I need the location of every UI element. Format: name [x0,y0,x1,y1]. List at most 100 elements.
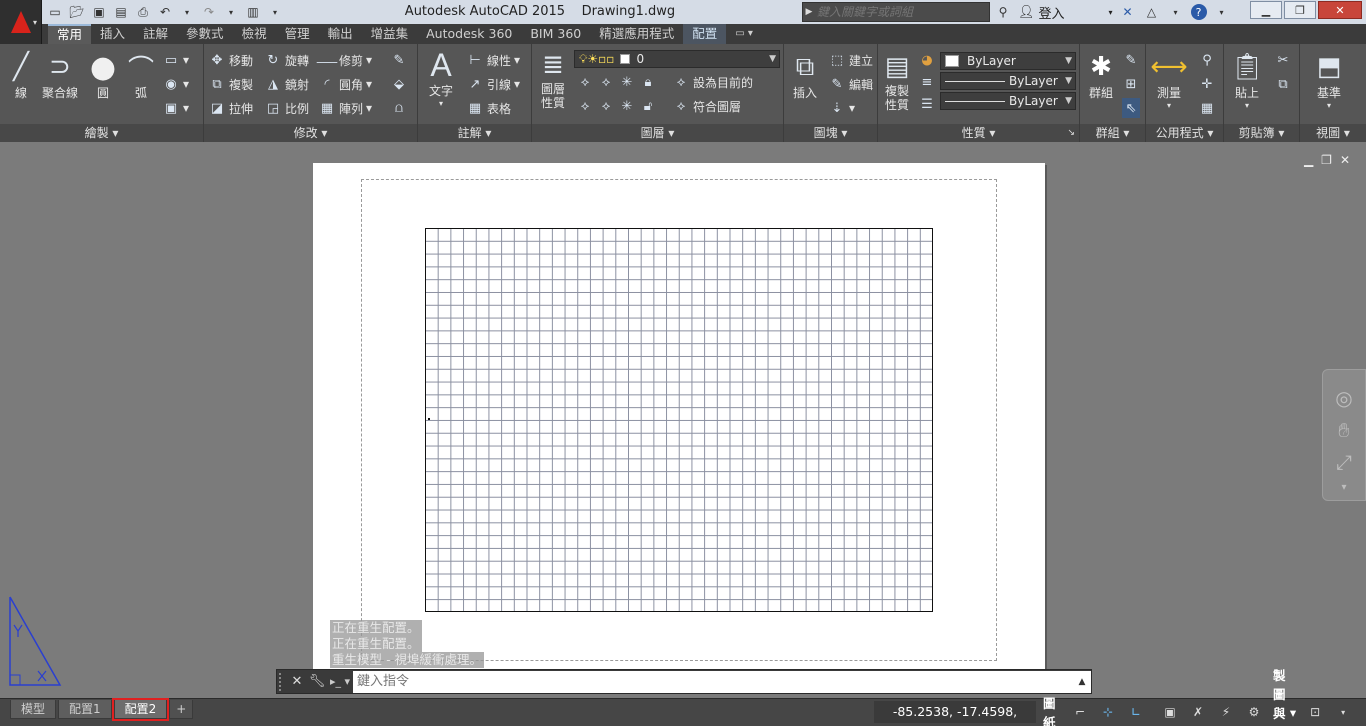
layer-dropdown[interactable]: 💡︎☀▫▫ 0 ▼ [574,50,780,68]
layer-tools-row2[interactable]: ⟡ ⟡ ✳ 🔓︎ [576,96,657,116]
region-button[interactable]: ▣ ▾ [162,98,189,118]
text-button[interactable]: A 文字 ▾ [424,47,458,109]
measure-button[interactable]: ⟷ 測量 ▾ [1150,50,1187,110]
mirror-button[interactable]: ◮ 鏡射 [264,74,309,94]
save-as-icon[interactable]: ▤ [112,3,130,21]
tab-bim360[interactable]: BIM 360 [521,24,590,44]
command-grip[interactable] [279,672,287,691]
linetype-dropdown[interactable]: ByLayer ▼ [940,72,1076,90]
redo-icon[interactable]: ↷ [200,3,218,21]
panel-annotation-title[interactable]: 註解 ▾ [418,124,531,142]
workspace-gear-icon[interactable]: ⚙ [1242,701,1266,723]
redo-dropdown-icon[interactable]: ▾ [222,3,240,21]
explode-button[interactable]: ⬙ [390,74,408,94]
color-wheel-icon[interactable]: ◕ [918,50,936,70]
tab-manage[interactable]: 管理 [276,24,319,44]
layer-tools-row1[interactable]: ⟡ ⟡ ✳ 🔒︎ [576,72,657,92]
arc-button[interactable]: ⌒ 弧 [124,50,158,101]
tab-addins[interactable]: 增益集 [362,24,418,44]
tab-layout1[interactable]: 配置1 [58,700,112,719]
maximize-button[interactable]: ❐ [1284,1,1316,19]
base-view-button[interactable]: ⬒ 基準 ▾ [1312,50,1346,110]
panel-groups-title[interactable]: 群組 ▾ [1080,124,1145,142]
signin-button[interactable]: 👤︎ 登入 ▾ [1018,3,1113,22]
snap-mode-icon[interactable]: ⌐ [1068,701,1092,723]
group-select-button[interactable]: ⇖ [1122,98,1140,118]
tab-view[interactable]: 檢視 [233,24,276,44]
exchange-apps-icon[interactable]: ✕ [1119,3,1137,21]
minimize-button[interactable]: ▁ [1250,1,1282,19]
add-layout-icon[interactable]: + [169,700,194,719]
insert-block-button[interactable]: ⧉ 插入 [788,50,822,101]
ungroup-button[interactable]: ✎ [1122,50,1140,70]
tab-parametric[interactable]: 參數式 [177,24,233,44]
plot-icon[interactable]: ⎙ [134,3,152,21]
a360-icon[interactable]: △ [1143,3,1161,21]
ortho-mode-icon[interactable]: ∟ [1124,701,1148,723]
open-icon[interactable]: 📂︎ [68,3,86,21]
save-icon[interactable]: ▣ [90,3,108,21]
tab-layout2[interactable]: 配置2 [111,698,170,721]
command-input[interactable] [353,670,1073,693]
ui-lock-dropdown-icon[interactable]: ▾ [1331,701,1355,723]
new-icon[interactable]: ▭ [46,3,64,21]
match-layer-button[interactable]: ⟡ 符合圖層 [672,96,741,116]
help-menu-icon[interactable]: ▾ [1213,3,1231,21]
help-dropdown-icon[interactable]: ▾ [1167,3,1185,21]
ribbon-options-icon[interactable]: ▭ ▾ [726,24,762,44]
create-block-button[interactable]: ⬚ 建立 [828,50,873,70]
command-recent-icon[interactable]: ▸_ ▾ [327,673,353,691]
color-dropdown[interactable]: ByLayer ▼ [940,52,1076,70]
doc-restore-icon[interactable]: ❐ [1321,153,1332,167]
linetype-icon[interactable]: ≡ [918,72,936,92]
tab-featured-apps[interactable]: 精選應用程式 [590,24,683,44]
tab-annotate[interactable]: 註解 [134,24,177,44]
drawing-area[interactable]: ▁ ❐ ✕ ◎ ✋︎ ⤢ ▾ 正在重生配置。 正在重生配置。 重生模型 - 視埠… [0,143,1366,698]
quick-select-button[interactable]: ⚲ [1198,50,1216,70]
panel-draw-title[interactable]: 繪製 ▾ [0,124,203,142]
tab-home[interactable]: 常用 [48,24,92,44]
leader-button[interactable]: ↗ 引線 ▾ [466,74,521,94]
tab-model[interactable]: 模型 [10,700,57,719]
set-current-layer-button[interactable]: ⟡ 設為目前的 [672,72,753,92]
hatch-button[interactable]: ◉ ▾ [162,74,189,94]
annotation-scale-icon[interactable]: ✗ [1186,701,1210,723]
panel-view-title[interactable]: 視圖 ▾ [1300,124,1366,142]
undo-icon[interactable]: ↶ [156,3,174,21]
group-button[interactable]: ✱ 群組 [1084,50,1118,101]
stretch-button[interactable]: ◪ 拉伸 [208,98,253,118]
lineweight-dropdown[interactable]: ByLayer ▼ [940,92,1076,110]
application-menu-button[interactable]: ▾ [0,0,42,44]
panel-layers-title[interactable]: 圖層 ▾ [532,124,783,142]
tab-insert[interactable]: 插入 [91,24,134,44]
steering-wheel-icon[interactable]: ◎ [1335,386,1352,410]
viewport-scale-icon[interactable]: ▣ [1158,701,1182,723]
panel-clipboard-title[interactable]: 剪貼簿 ▾ [1224,124,1299,142]
rectangle-button[interactable]: ▭ ▾ [162,50,189,70]
layer-properties-button[interactable]: ≣ 圖層性質 [536,48,570,110]
properties-launcher-icon[interactable]: ↘ [1067,124,1075,142]
annotation-visibility-icon[interactable]: ⚡︎ [1214,701,1238,723]
panel-utilities-title[interactable]: 公用程式 ▾ [1146,124,1223,142]
customization-menu-icon[interactable]: ☰ [1359,701,1366,723]
doc-minimize-icon[interactable]: ▁ [1304,153,1313,167]
workspace-switch-button[interactable]: 製圖與註解 ▾ [1270,668,1299,726]
match-properties-button[interactable]: ▤ 複製性質 [880,50,914,112]
calculator-button[interactable]: ▦ [1198,98,1216,118]
dynamic-input-icon[interactable]: ⊹ [1096,701,1120,723]
command-history-toggle-icon[interactable]: ▲ [1073,670,1091,693]
polyline-button[interactable]: ⊃ 聚合線 [42,50,78,101]
erase-button[interactable]: ✎ [390,50,408,70]
line-button[interactable]: ╱ 線 [4,50,38,101]
lineweight-icon[interactable]: ☰ [918,94,936,114]
move-button[interactable]: ✥ 移動 [208,50,253,70]
block-attribute-button[interactable]: ⇣ ▾ [828,98,855,118]
trim-button[interactable]: ⸺ 修剪 ▾ [316,50,372,70]
coordinate-readout[interactable]: -85.2538, -17.4598, 0.0000 [874,701,1036,723]
layout-viewport[interactable] [425,228,933,612]
ui-lock-icon[interactable]: ⊡ [1303,701,1327,723]
group-edit-button[interactable]: ⊞ [1122,74,1140,94]
undo-dropdown-icon[interactable]: ▾ [178,3,196,21]
help-icon[interactable]: ? [1190,4,1207,20]
workspace-icon[interactable]: ▥ [244,3,262,21]
